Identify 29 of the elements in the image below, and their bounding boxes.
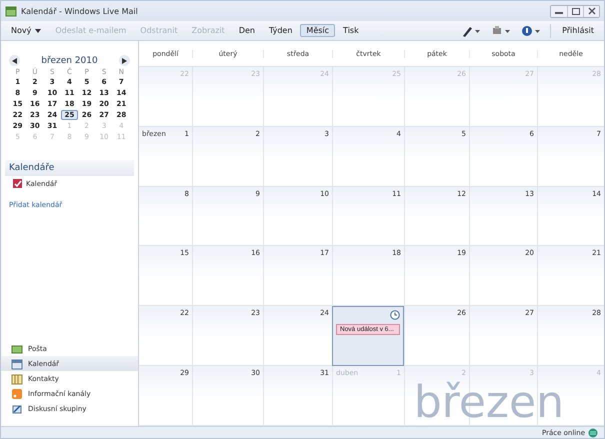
globe-icon [588,428,598,438]
caret-icon [35,29,42,33]
pencil-note-icon [11,402,23,414]
maximize-button[interactable] [567,6,583,16]
section-header: Kalendáře [5,160,134,176]
calendar-checkbox[interactable] [13,179,22,188]
close-button[interactable] [583,6,599,16]
minimize-button[interactable] [551,6,567,16]
sign-in-button[interactable]: Přihlásit [556,24,600,37]
toolbar-button[interactable]: Měsíc [300,24,336,37]
clock-icon [390,310,400,320]
toolbar-button[interactable]: Den [232,24,261,37]
calendar-icon [11,358,23,370]
close-icon [588,7,596,15]
window-title: Kalendář - Windows Live Mail [21,6,138,16]
next-month-button[interactable] [118,55,130,66]
previous-month-button[interactable] [9,55,20,66]
toolbar-button[interactable]: Týden [262,24,298,37]
mini-calendar-title: březen 2010 [41,56,98,66]
address-book-icon [11,372,23,384]
left-arrow-icon [12,58,17,64]
feed-icon [11,388,23,400]
mail-icon [11,342,23,354]
right-arrow-icon [122,58,127,64]
calendar-icon [5,5,17,17]
new-menu-button[interactable]: Nový [5,24,48,37]
toolbar-button[interactable]: Tisk [337,24,365,37]
maximize-icon [572,8,580,14]
month-watermark: březen [414,381,564,425]
